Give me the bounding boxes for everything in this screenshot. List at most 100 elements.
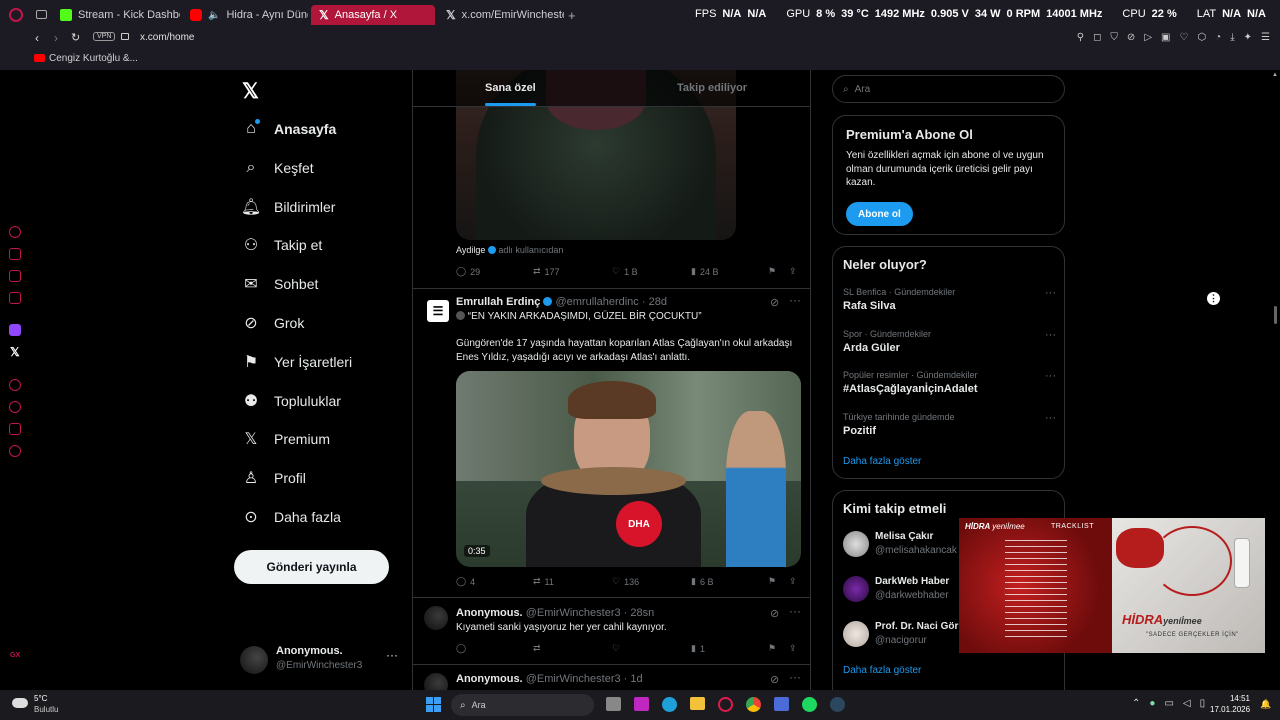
post-author[interactable]: Emrullah Erdinç [456, 296, 540, 308]
repost-button[interactable]: ⇄ 177 [533, 266, 560, 277]
sidebar-item-7[interactable]: ⚑ Yer İşaretleri [242, 347, 352, 377]
bookmark-button[interactable]: ⚑ [768, 266, 776, 277]
grok-icon[interactable]: ⊘ [770, 673, 779, 686]
edge-icon[interactable] [662, 697, 677, 712]
scrollbar-thumb[interactable] [1273, 306, 1277, 324]
bookmark-button[interactable]: ⚑ [768, 643, 776, 654]
like-button[interactable]: ♡ [612, 643, 620, 654]
account-switcher[interactable]: Anonymous. @EmirWinchester3 ··· [240, 644, 405, 676]
post-author[interactable]: Anonymous. [456, 673, 523, 685]
sidebar-item-6[interactable]: ⊘ Grok [242, 308, 304, 338]
tab-following[interactable]: Takip ediliyor [677, 82, 747, 94]
trend-item[interactable]: Türkiye tarihinde gündemde Pozitif ··· [843, 412, 1058, 437]
views-button[interactable]: ▮ 6 B [691, 576, 713, 587]
avatar[interactable] [424, 673, 448, 690]
sidebar-item-10[interactable]: ♙ Profil [242, 463, 306, 493]
twitch-icon[interactable] [9, 324, 21, 336]
page-scrollbar[interactable]: ▲ [1272, 72, 1278, 682]
sidebar-item-8[interactable]: ⚉ Topluluklar [242, 386, 341, 416]
heart-icon[interactable]: ♡ [1179, 32, 1188, 43]
more-icon[interactable]: ··· [1045, 329, 1056, 341]
battery-icon[interactable]: ▯ [1200, 698, 1206, 709]
reload-icon[interactable]: ↻ [71, 31, 80, 44]
grok-icon[interactable]: ⊘ [770, 296, 779, 309]
start-button[interactable] [426, 697, 441, 712]
x-sidebar-icon[interactable]: 𝕏 [10, 345, 20, 359]
url-field[interactable]: x.com/home [140, 32, 194, 43]
album-overlay[interactable]: HİDRA yeniİmee TRACKLIST HİDRAyeniİmee "… [959, 518, 1265, 653]
gx-corner-icon[interactable] [9, 270, 21, 282]
extensions-sidebar-icon[interactable] [9, 423, 21, 435]
spotify-icon[interactable] [802, 697, 817, 712]
sidebar-item-4[interactable]: ⚇ Takip et [242, 230, 322, 260]
profile-icon[interactable]: ◔ [1215, 32, 1221, 43]
volume-icon[interactable]: ◁ [1183, 698, 1191, 709]
ai-icon[interactable]: ✦ [1244, 32, 1252, 43]
grok-icon[interactable]: ⊘ [770, 607, 779, 620]
wallet-icon[interactable]: ▣ [1161, 32, 1170, 43]
trend-item[interactable]: Popüler resimler · Gündemdekiler #AtlasÇa… [843, 370, 1058, 395]
weather-widget[interactable]: 5°C Bulutlu [12, 694, 72, 716]
history-icon[interactable] [9, 401, 21, 413]
mic-icon[interactable]: ● [1149, 698, 1155, 709]
sidebar-item-5[interactable]: ✉ Sohbet [242, 269, 318, 299]
scroll-up-icon[interactable]: ▲ [1272, 72, 1278, 78]
bookmark-item[interactable]: Cengiz Kurtoğlu &... [49, 53, 138, 64]
opera-gx-icon[interactable] [718, 697, 733, 712]
reply-button[interactable]: ◯ [456, 643, 466, 654]
network-icon[interactable]: ▭ [1164, 698, 1173, 709]
task-view-icon[interactable] [606, 697, 621, 711]
tab-youtube[interactable]: 🔈 Hidra - Aynı Dündeyiz [182, 5, 308, 25]
back-icon[interactable]: ‹ [35, 31, 39, 45]
avatar[interactable] [424, 606, 448, 630]
steam-icon[interactable] [830, 697, 845, 712]
play-icon[interactable]: ▷ [1144, 32, 1152, 43]
forward-icon[interactable]: › [54, 31, 58, 45]
info-icon[interactable]: ⋮ [1207, 292, 1220, 305]
subscribe-button[interactable]: Abone ol [846, 202, 913, 226]
views-button[interactable]: ▮ 1 [691, 643, 705, 654]
more-icon[interactable]: ··· [1045, 412, 1056, 424]
more-icon[interactable]: ··· [789, 604, 801, 618]
speaker-icon[interactable]: 🔈 [208, 10, 220, 21]
reply-button[interactable]: ◯ 4 [456, 576, 475, 587]
taskbar-search[interactable]: ⌕ Ara [451, 694, 594, 716]
tab-x-status[interactable]: 𝕏 x.com/EmirWinchester3/s [438, 5, 564, 25]
adblock-icon[interactable]: ⊘ [1127, 32, 1135, 43]
repost-button[interactable]: ⇄ 11 [533, 576, 554, 587]
snapshot-icon[interactable]: ◻ [1093, 32, 1101, 43]
download-icon[interactable]: ⤓ [1230, 32, 1234, 43]
chrome-icon[interactable] [746, 697, 761, 712]
more-icon[interactable]: ··· [1045, 370, 1056, 382]
chevron-up-icon[interactable]: ⌃ [1132, 698, 1140, 709]
new-tab-button[interactable]: + [568, 8, 576, 23]
vpn-badge[interactable]: VPN [93, 32, 116, 41]
player-icon[interactable] [9, 379, 21, 391]
share-button[interactable]: ⇪ [789, 643, 797, 654]
more-icon[interactable]: ··· [789, 293, 801, 307]
tab-for-you[interactable]: Sana özel [485, 82, 536, 106]
x-logo-icon[interactable]: 𝕏 [242, 79, 259, 104]
gx-control-icon[interactable] [9, 226, 21, 238]
workspaces-icon[interactable] [36, 10, 47, 19]
reply-button[interactable]: ◯ 29 [456, 266, 480, 277]
gx-store-icon[interactable] [9, 248, 21, 260]
avatar[interactable]: ☰ [427, 300, 449, 322]
search-input[interactable]: ⌕ Ara [832, 75, 1065, 103]
more-icon[interactable]: ··· [386, 648, 398, 662]
clock[interactable]: 14:51 17.01.2026 [1210, 693, 1250, 715]
gx-messenger-icon[interactable] [9, 292, 21, 304]
more-icon[interactable]: ··· [789, 670, 801, 684]
extensions-icon[interactable]: ⬡ [1197, 32, 1206, 43]
sidebar-item-2[interactable]: ⌕ Keşfet [242, 153, 314, 183]
menu-icon[interactable]: ☰ [1261, 32, 1270, 43]
explorer-icon[interactable] [690, 697, 705, 710]
post-button[interactable]: Gönderi yayınla [234, 550, 389, 584]
more-icon[interactable]: ··· [1045, 287, 1056, 299]
like-button[interactable]: ♡ 136 [612, 576, 639, 587]
post-author[interactable]: Anonymous. [456, 607, 523, 619]
opera-logo-icon[interactable] [9, 8, 23, 22]
sidebar-item-9[interactable]: 𝕏 Premium [242, 424, 330, 454]
notification-bell-icon[interactable]: 🔔 [1260, 699, 1271, 710]
post-video[interactable]: DHA 0:35 [456, 371, 801, 567]
